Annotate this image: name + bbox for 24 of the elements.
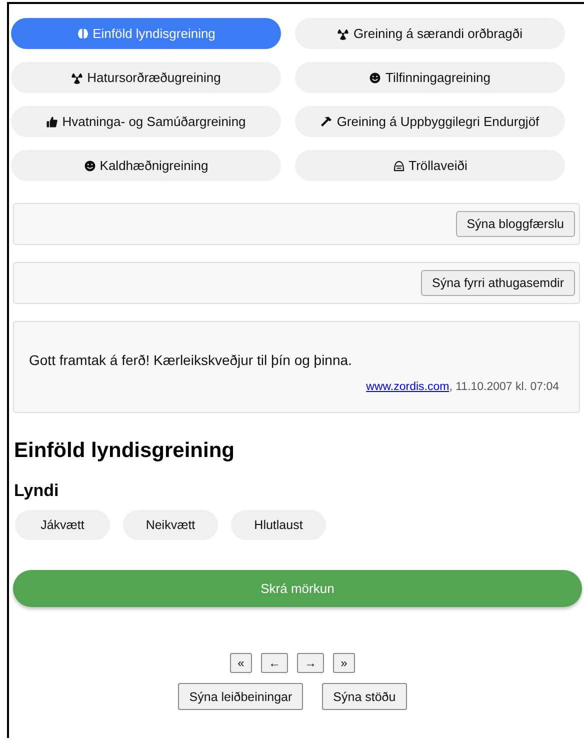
tab[interactable]: Hatursorðræðugreining bbox=[11, 62, 281, 93]
show-comments-button[interactable]: Sýna fyrri athugasemdir bbox=[420, 270, 575, 296]
section-heading: Einföld lyndisgreining bbox=[14, 439, 236, 463]
tab[interactable]: Greining á særandi orðbragði bbox=[295, 18, 565, 49]
mood-button[interactable]: Jákvætt bbox=[15, 510, 110, 540]
show-blog-button[interactable]: Sýna bloggfærslu bbox=[456, 211, 575, 237]
tab[interactable]: Kaldhæðnigreining bbox=[11, 150, 281, 181]
tab[interactable]: Einföld lyndisgreining bbox=[11, 18, 281, 49]
tab[interactable]: Tilfinningagreining bbox=[295, 62, 565, 93]
footer-button[interactable]: Sýna leiðbeiningar bbox=[178, 683, 304, 710]
footer-button[interactable]: Sýna stöðu bbox=[322, 683, 407, 710]
nav-button[interactable]: « bbox=[230, 653, 252, 673]
mood-button[interactable]: Hlutlaust bbox=[231, 510, 326, 540]
tab[interactable]: Greining á Uppbyggilegri Endurgjöf bbox=[295, 106, 565, 137]
tab[interactable]: Hvatninga- og Samúðargreining bbox=[11, 106, 281, 137]
author-link[interactable]: www.zordis.com bbox=[366, 381, 450, 393]
mood-button[interactable]: Neikvætt bbox=[123, 510, 218, 540]
comment-text: Gott framtak á ferð! Kærleikskveðjur til þín og þinna. bbox=[29, 352, 353, 368]
comment-date: , 11.10.2007 kl. 07:04 bbox=[449, 381, 559, 393]
nav-button[interactable]: ← bbox=[261, 653, 288, 673]
subheading: Lyndi bbox=[14, 481, 60, 501]
nav-button[interactable]: → bbox=[297, 653, 324, 673]
tab[interactable]: Tröllaveiði bbox=[295, 150, 565, 181]
nav-button[interactable]: » bbox=[333, 653, 355, 673]
